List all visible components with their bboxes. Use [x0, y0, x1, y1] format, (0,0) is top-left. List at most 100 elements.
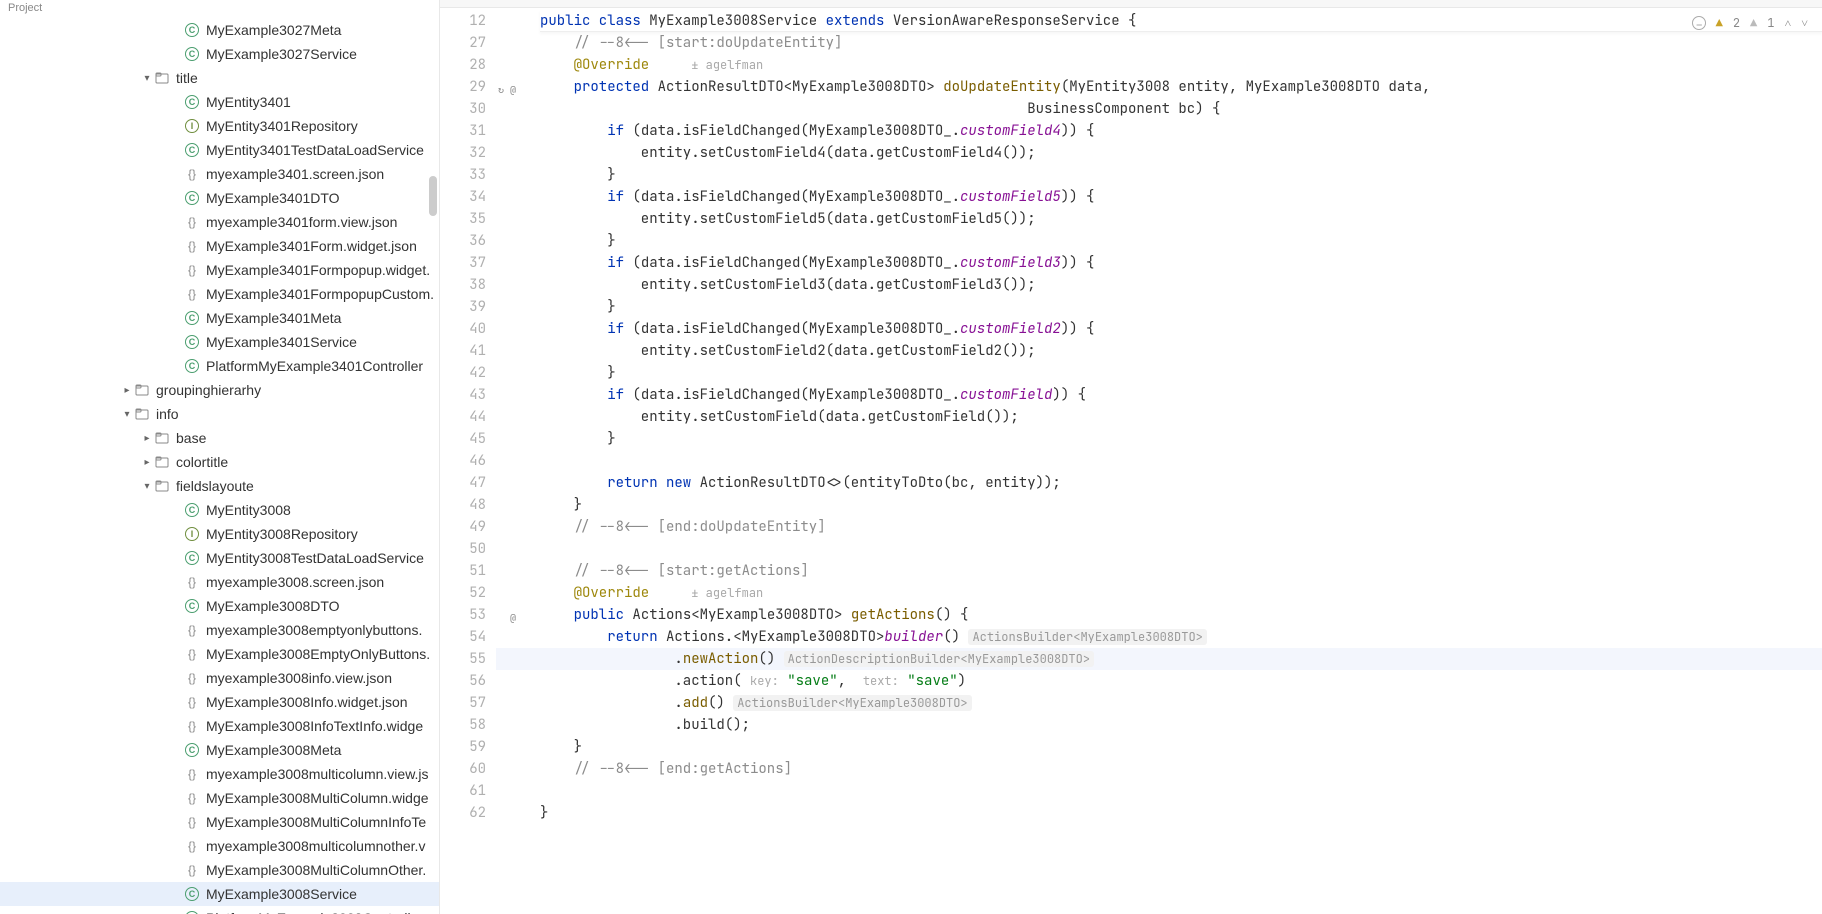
line-number[interactable]: 27: [440, 32, 496, 54]
code-line[interactable]: .newAction() ActionDescriptionBuilder<My…: [496, 648, 1822, 670]
line-number[interactable]: 55: [440, 648, 496, 670]
code-line[interactable]: return Actions.<MyExample3008DTO>builder…: [540, 626, 1822, 648]
line-number[interactable]: 53@: [440, 604, 496, 626]
gutter-icon[interactable]: @: [510, 607, 516, 629]
line-number[interactable]: 51: [440, 560, 496, 582]
code-line[interactable]: protected ActionResultDTO<MyExample3008D…: [540, 76, 1822, 98]
code-line[interactable]: .action( key: "save", text: "save"): [540, 670, 1822, 692]
code-line[interactable]: .build();: [540, 714, 1822, 736]
tree-item[interactable]: {}MyExample3401Form.widget.json: [0, 234, 439, 258]
chevron-down-icon[interactable]: ˅: [1801, 12, 1808, 34]
tree-item[interactable]: {}MyExample3008MultiColumn.widge: [0, 786, 439, 810]
line-number[interactable]: 47: [440, 472, 496, 494]
code-line[interactable]: entity.setCustomField(data.getCustomFiel…: [540, 406, 1822, 428]
tree-item[interactable]: ▾fieldslayoute: [0, 474, 439, 498]
line-number[interactable]: 38: [440, 274, 496, 296]
code-line[interactable]: }: [540, 494, 1822, 516]
code-line[interactable]: // --8<-- [end:doUpdateEntity]: [540, 516, 1822, 538]
tree-item[interactable]: CMyExample3008Meta: [0, 738, 439, 762]
tree-item[interactable]: {}myexample3008info.view.json: [0, 666, 439, 690]
line-number[interactable]: 61: [440, 780, 496, 802]
tree-item[interactable]: CMyExample3401Meta: [0, 306, 439, 330]
tree-item[interactable]: {}MyExample3008EmptyOnlyButtons.: [0, 642, 439, 666]
code-line[interactable]: entity.setCustomField4(data.getCustomFie…: [540, 142, 1822, 164]
line-number[interactable]: 56: [440, 670, 496, 692]
tree-item[interactable]: CMyEntity3401: [0, 90, 439, 114]
tree-item[interactable]: CMyEntity3008: [0, 498, 439, 522]
code-line[interactable]: @Override ± agelfman: [540, 582, 1822, 604]
tree-item[interactable]: CPlatformMyExample3008Controller: [0, 906, 439, 914]
code-line[interactable]: }: [540, 736, 1822, 758]
line-number[interactable]: 60: [440, 758, 496, 780]
chevron-icon[interactable]: ▾: [120, 407, 134, 421]
code-line[interactable]: entity.setCustomField2(data.getCustomFie…: [540, 340, 1822, 362]
code-line[interactable]: }: [540, 362, 1822, 384]
code-line[interactable]: if (data.isFieldChanged(MyExample3008DTO…: [540, 120, 1822, 142]
code-line[interactable]: }: [540, 296, 1822, 318]
tree-item[interactable]: CMyExample3401Service: [0, 330, 439, 354]
line-number[interactable]: 28: [440, 54, 496, 76]
line-number[interactable]: 62: [440, 802, 496, 824]
tree-item[interactable]: CPlatformMyExample3401Controller: [0, 354, 439, 378]
line-number[interactable]: 34: [440, 186, 496, 208]
line-number[interactable]: 59: [440, 736, 496, 758]
line-number[interactable]: 35: [440, 208, 496, 230]
code-line[interactable]: public Actions<MyExample3008DTO> getActi…: [540, 604, 1822, 626]
line-number[interactable]: 29↻ @: [440, 76, 496, 98]
line-number[interactable]: 43: [440, 384, 496, 406]
chevron-icon[interactable]: ▸: [140, 431, 154, 445]
code-line[interactable]: }: [540, 164, 1822, 186]
code-line[interactable]: }: [540, 802, 1822, 824]
tree-item[interactable]: ▸base: [0, 426, 439, 450]
chevron-icon[interactable]: ▾: [140, 71, 154, 85]
code-line[interactable]: if (data.isFieldChanged(MyExample3008DTO…: [540, 186, 1822, 208]
tree-item[interactable]: {}myexample3008multicolumn.view.js: [0, 762, 439, 786]
code-line[interactable]: BusinessComponent bc) {: [540, 98, 1822, 120]
line-number[interactable]: 45: [440, 428, 496, 450]
tree-item[interactable]: {}myexample3008.screen.json: [0, 570, 439, 594]
code-line[interactable]: return new ActionResultDTO<>(entityToDto…: [540, 472, 1822, 494]
tree-item[interactable]: IMyEntity3008Repository: [0, 522, 439, 546]
code-line[interactable]: .add() ActionsBuilder<MyExample3008DTO>: [540, 692, 1822, 714]
line-number[interactable]: 31: [440, 120, 496, 142]
scrollbar-thumb[interactable]: [429, 176, 437, 216]
line-number[interactable]: 58: [440, 714, 496, 736]
reader-mode-icon[interactable]: [1692, 16, 1706, 30]
tree-item[interactable]: {}MyExample3401Formpopup.widget.: [0, 258, 439, 282]
tree-item[interactable]: {}myexample3008multicolumnother.v: [0, 834, 439, 858]
line-number[interactable]: 32: [440, 142, 496, 164]
tree-item[interactable]: CMyExample3008Service: [0, 882, 439, 906]
tree-item[interactable]: {}MyExample3008MultiColumnInfoTe: [0, 810, 439, 834]
tree-item[interactable]: CMyEntity3008TestDataLoadService: [0, 546, 439, 570]
line-number[interactable]: 50: [440, 538, 496, 560]
code-line[interactable]: }: [540, 230, 1822, 252]
code-line[interactable]: if (data.isFieldChanged(MyExample3008DTO…: [540, 384, 1822, 406]
tree-item[interactable]: CMyEntity3401TestDataLoadService: [0, 138, 439, 162]
tree-item[interactable]: ▸groupinghierarhy: [0, 378, 439, 402]
line-number[interactable]: 41: [440, 340, 496, 362]
tree-item[interactable]: ▸colortitle: [0, 450, 439, 474]
tree-item[interactable]: ▾title: [0, 66, 439, 90]
line-number[interactable]: 48: [440, 494, 496, 516]
tree-item[interactable]: ▾info: [0, 402, 439, 426]
chevron-icon[interactable]: ▾: [140, 479, 154, 493]
code-editor[interactable]: ▲2 ▲1 ˄ ˅ 12272829↻ @3031323334353637383…: [440, 8, 1822, 914]
tree-item[interactable]: IMyEntity3401Repository: [0, 114, 439, 138]
code-line[interactable]: entity.setCustomField3(data.getCustomFie…: [540, 274, 1822, 296]
chevron-icon[interactable]: ▸: [140, 455, 154, 469]
code-line[interactable]: [540, 450, 1822, 472]
chevron-icon[interactable]: ▸: [120, 383, 134, 397]
code-line[interactable]: }: [540, 428, 1822, 450]
code-line[interactable]: if (data.isFieldChanged(MyExample3008DTO…: [540, 252, 1822, 274]
code-line[interactable]: @Override ± agelfman: [540, 54, 1822, 76]
line-number[interactable]: 39: [440, 296, 496, 318]
inspection-widget[interactable]: ▲2 ▲1 ˄ ˅: [1692, 12, 1808, 34]
tree-item[interactable]: {}MyExample3008InfoTextInfo.widge: [0, 714, 439, 738]
code-line[interactable]: [540, 780, 1822, 802]
line-number[interactable]: 46: [440, 450, 496, 472]
line-number[interactable]: 42: [440, 362, 496, 384]
code-line[interactable]: // --8<-- [end:getActions]: [540, 758, 1822, 780]
tree-item[interactable]: CMyExample3401DTO: [0, 186, 439, 210]
code-line[interactable]: entity.setCustomField5(data.getCustomFie…: [540, 208, 1822, 230]
tree-item[interactable]: CMyExample3027Meta: [0, 18, 439, 42]
